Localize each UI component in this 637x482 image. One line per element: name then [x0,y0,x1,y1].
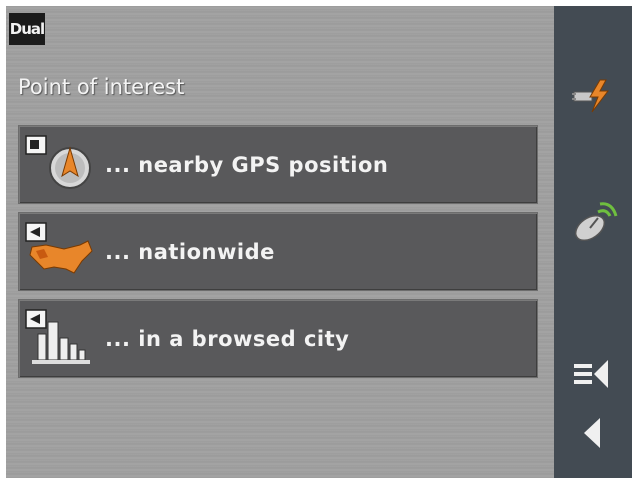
poi-browsed-city-button[interactable]: ... in a browsed city [18,299,538,378]
menu-back-icon[interactable] [572,358,612,390]
back-arrow-icon[interactable] [580,416,604,450]
city-skyline-icon [25,309,90,364]
sidebar [554,6,632,478]
usa-map-icon [25,222,93,274]
main-panel: Dual Point of interest ... nearby GPS po… [6,6,554,478]
poi-nationwide-label: ... nationwide [105,240,275,264]
poi-nearby-gps-button[interactable]: ... nearby GPS position [18,125,538,204]
poi-browsed-city-label: ... in a browsed city [105,327,350,351]
power-plug-icon[interactable] [570,78,616,114]
app-screen: Dual Point of interest ... nearby GPS po… [6,6,632,478]
satellite-icon[interactable] [568,198,618,244]
page-title: Point of interest [18,75,185,99]
dual-logo: Dual [9,13,45,45]
gps-compass-icon [25,135,91,189]
poi-nearby-gps-label: ... nearby GPS position [105,153,389,177]
poi-nationwide-button[interactable]: ... nationwide [18,212,538,291]
